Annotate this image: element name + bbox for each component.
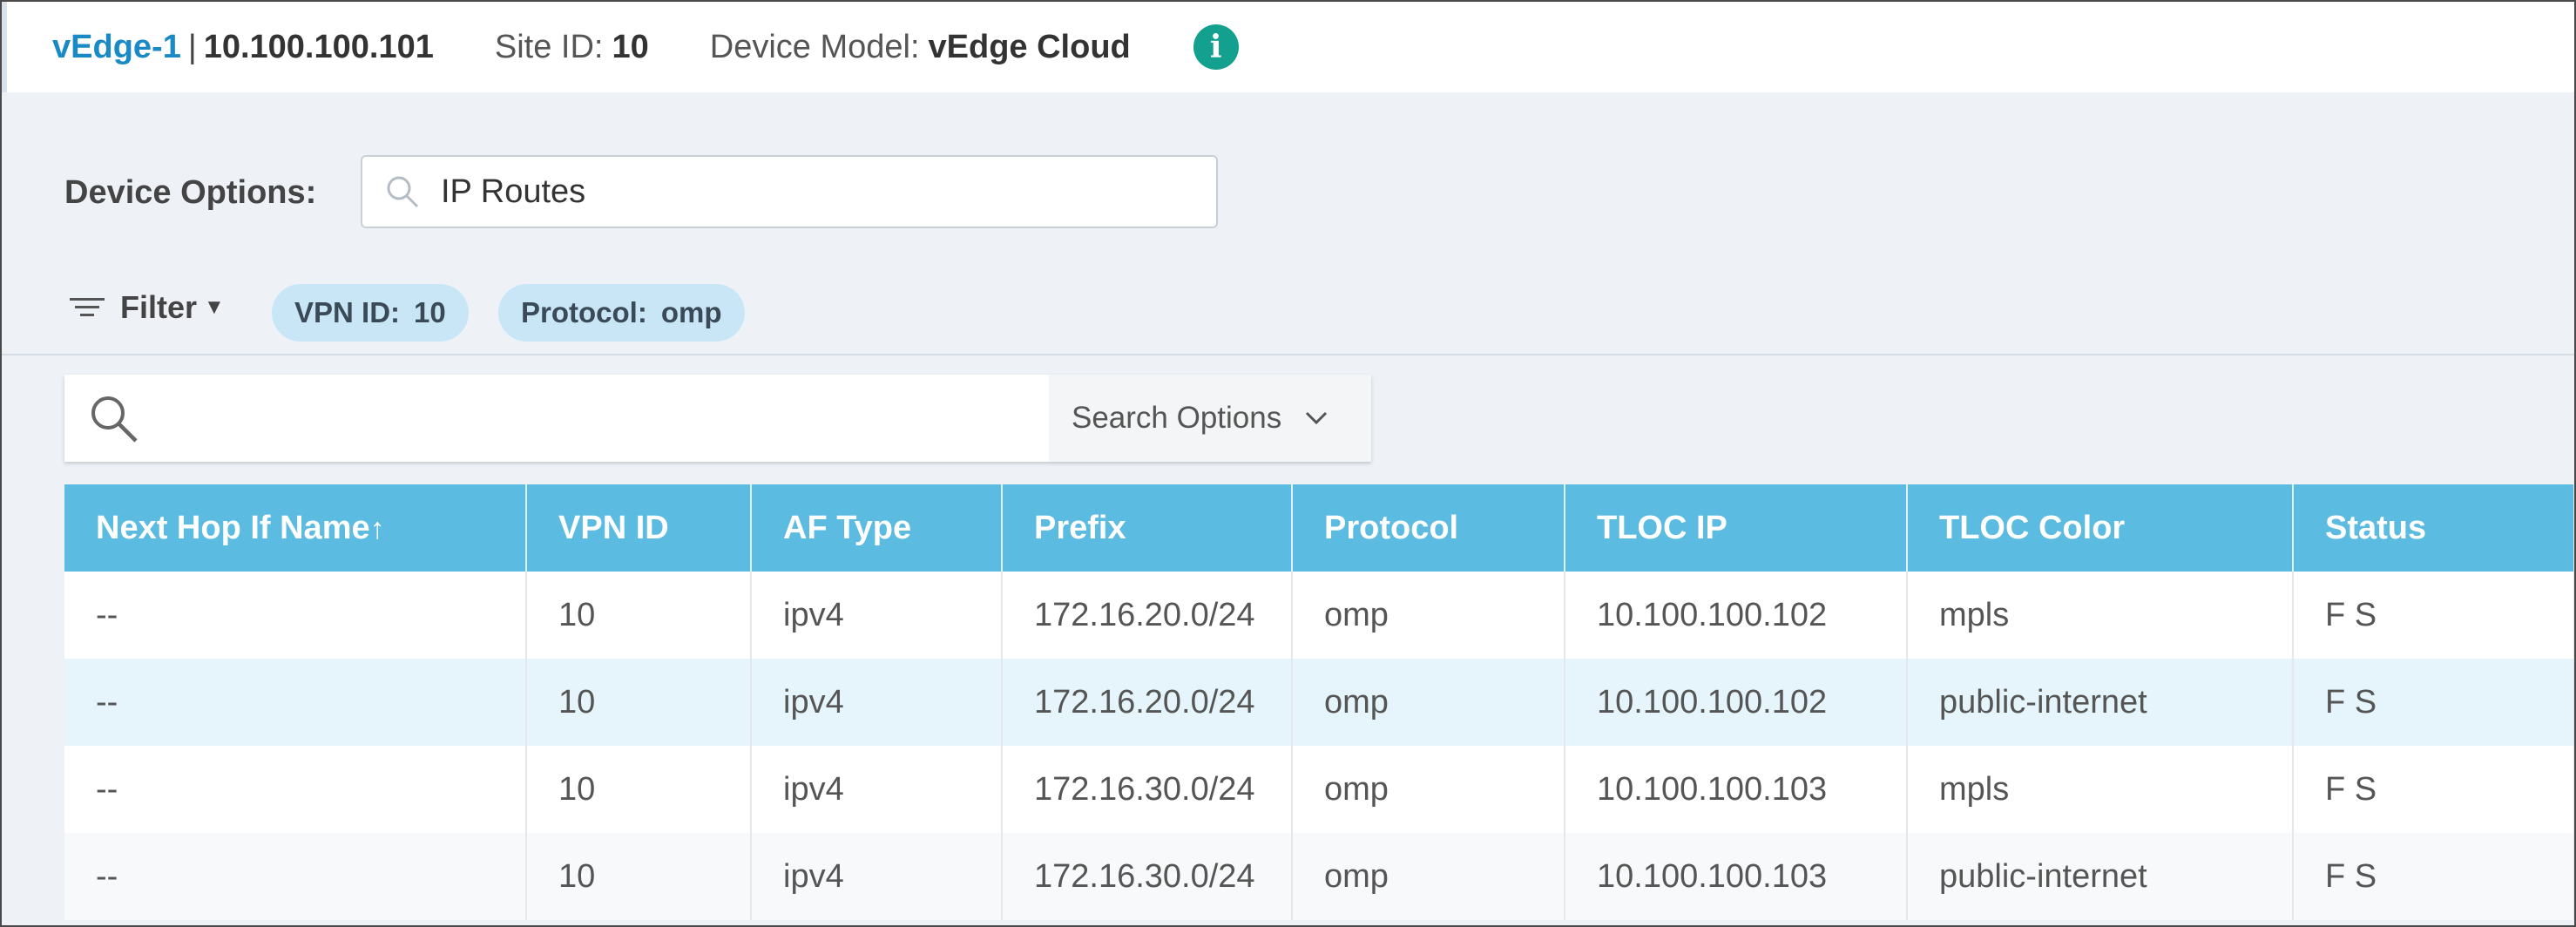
device-routes-panel: vEdge-1 | 10.100.100.101 Site ID: 10 Dev… [0, 0, 2576, 927]
cell-protocol: omp [1292, 572, 1565, 659]
filter-label: Filter [120, 289, 198, 325]
cell-prefix: 172.16.30.0/24 [1002, 833, 1293, 920]
chip-value: 10 [414, 296, 446, 328]
column-header-status[interactable]: Status [2293, 484, 2574, 572]
device-options-select[interactable]: IP Routes [361, 155, 1218, 228]
cell-status: F S [2293, 572, 2574, 659]
cell-tloc-color: mpls [1907, 572, 2294, 659]
cell-prefix: 172.16.20.0/24 [1002, 659, 1293, 746]
cell-tloc-ip: 10.100.100.102 [1565, 659, 1908, 746]
cell-tloc-color: public-internet [1907, 833, 2294, 920]
device-model-label: Device Model: [709, 28, 920, 65]
column-header-prefix[interactable]: Prefix [1002, 484, 1293, 572]
chevron-down-icon [1306, 411, 1328, 425]
cell-prefix: 172.16.30.0/24 [1002, 746, 1293, 833]
cell-status: F S [2293, 746, 2574, 833]
site-id-value: 10 [612, 28, 649, 65]
filter-icon [70, 296, 105, 319]
table-row[interactable]: -- 10 ipv4 172.16.20.0/24 omp 10.100.100… [64, 572, 2574, 659]
device-options-value: IP Routes [441, 173, 586, 210]
chip-label: Protocol: [521, 296, 647, 328]
cell-vpn-id: 10 [526, 572, 752, 659]
column-header-protocol[interactable]: Protocol [1292, 484, 1565, 572]
cell-af-type: ipv4 [751, 572, 1003, 659]
search-icon [387, 176, 419, 208]
column-header-af-type[interactable]: AF Type [751, 484, 1003, 572]
filter-button[interactable]: Filter ▼ [70, 289, 225, 326]
caret-down-icon: ▼ [204, 295, 225, 319]
table-row[interactable]: -- 10 ipv4 172.16.20.0/24 omp 10.100.100… [64, 659, 2574, 746]
filter-chip-vpn-id[interactable]: VPN ID: 10 [272, 284, 469, 342]
column-header-tloc-ip[interactable]: TLOC IP [1565, 484, 1908, 572]
cell-next-hop: -- [64, 833, 527, 920]
cell-next-hop: -- [64, 746, 527, 833]
cell-protocol: omp [1292, 659, 1565, 746]
device-ip: 10.100.100.101 [203, 28, 434, 65]
cell-status: F S [2293, 659, 2574, 746]
cell-tloc-ip: 10.100.100.103 [1565, 833, 1908, 920]
search-options-dropdown[interactable]: Search Options [1049, 375, 1371, 462]
cell-next-hop: -- [64, 572, 527, 659]
cell-next-hop: -- [64, 659, 527, 746]
filter-chip-protocol[interactable]: Protocol: omp [498, 284, 745, 342]
info-icon[interactable]: i [1193, 24, 1239, 70]
cell-vpn-id: 10 [526, 659, 752, 746]
search-icon [91, 396, 138, 443]
chip-label: VPN ID: [294, 296, 401, 328]
cell-af-type: ipv4 [751, 659, 1003, 746]
cell-vpn-id: 10 [526, 746, 752, 833]
table-row[interactable]: -- 10 ipv4 172.16.30.0/24 omp 10.100.100… [64, 746, 2574, 833]
search-options-label: Search Options [1072, 401, 1282, 435]
table-search-input[interactable] [64, 375, 1049, 462]
cell-status: F S [2293, 833, 2574, 920]
cell-tloc-ip: 10.100.100.102 [1565, 572, 1908, 659]
device-model-value: vEdge Cloud [928, 28, 1131, 65]
ip-routes-table: Next Hop If Name↑ VPN ID AF Type Prefix … [64, 484, 2574, 920]
sort-up-icon[interactable]: ↑ [370, 512, 385, 545]
device-header: vEdge-1 | 10.100.100.101 Site ID: 10 Dev… [2, 2, 2574, 92]
site-id-label: Site ID: [494, 28, 604, 65]
table-header-row: Next Hop If Name↑ VPN ID AF Type Prefix … [64, 484, 2574, 572]
cell-protocol: omp [1292, 833, 1565, 920]
column-header-next-hop[interactable]: Next Hop If Name↑ [64, 484, 527, 572]
cell-protocol: omp [1292, 746, 1565, 833]
cell-tloc-color: mpls [1907, 746, 2294, 833]
cell-tloc-ip: 10.100.100.103 [1565, 746, 1908, 833]
device-options-label: Device Options: [64, 174, 317, 211]
table-row[interactable]: -- 10 ipv4 172.16.30.0/24 omp 10.100.100… [64, 833, 2574, 920]
cell-tloc-color: public-internet [1907, 659, 2294, 746]
header-separator: | [187, 28, 197, 65]
section-divider [2, 354, 2574, 355]
table-search-bar: Search Options [64, 375, 1371, 462]
column-header-vpn-id[interactable]: VPN ID [526, 484, 752, 572]
chip-value: omp [660, 296, 722, 328]
cell-af-type: ipv4 [751, 833, 1003, 920]
cell-af-type: ipv4 [751, 746, 1003, 833]
cell-vpn-id: 10 [526, 833, 752, 920]
device-name-link[interactable]: vEdge-1 [52, 29, 181, 66]
cell-prefix: 172.16.20.0/24 [1002, 572, 1293, 659]
column-header-tloc-color[interactable]: TLOC Color [1907, 484, 2294, 572]
